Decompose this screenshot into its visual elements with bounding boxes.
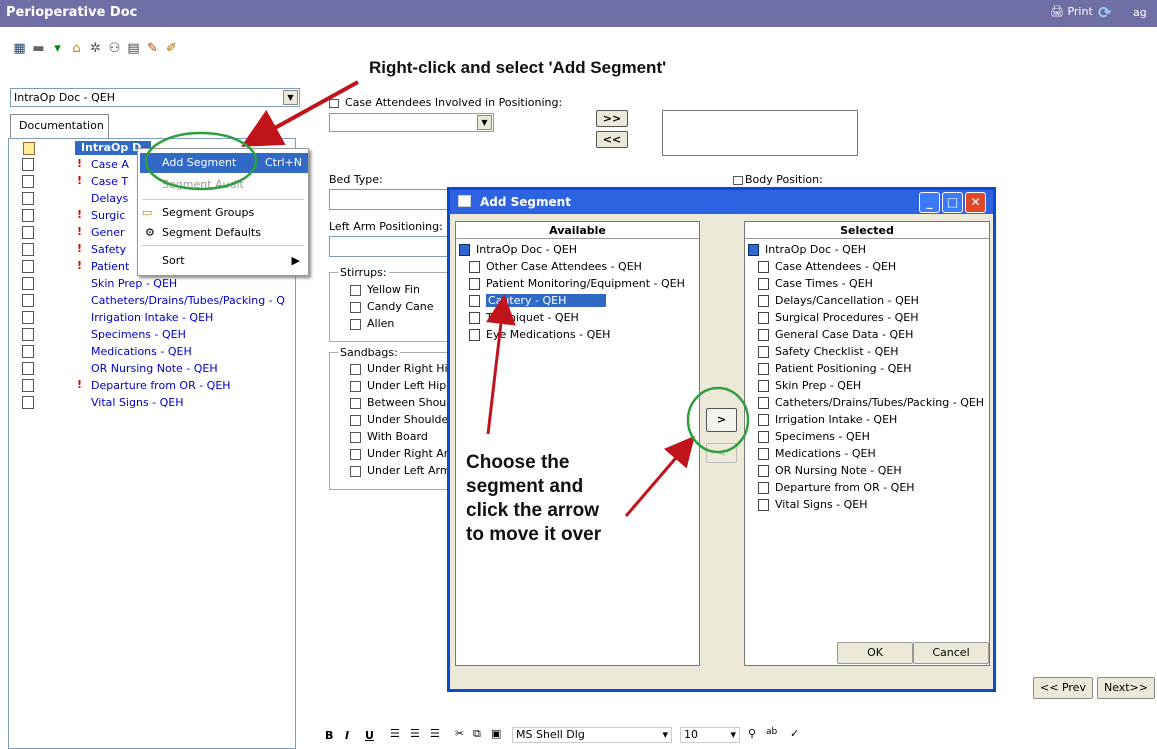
align-right-icon[interactable]: ☰ bbox=[430, 727, 440, 740]
annotation-arrow bbox=[241, 80, 359, 147]
paste-icon[interactable]: ▣ bbox=[491, 727, 501, 740]
annotation-overlay bbox=[144, 80, 750, 517]
chevron-down-icon[interactable]: ▾ bbox=[730, 728, 736, 741]
font-select-value: MS Shell Dlg bbox=[516, 728, 585, 741]
spellcheck-icon[interactable]: ✓ bbox=[790, 727, 799, 740]
prev-button[interactable]: << Prev bbox=[1033, 677, 1093, 699]
font-select[interactable]: MS Shell Dlg ▾ bbox=[512, 727, 672, 743]
size-select-value: 10 bbox=[684, 728, 698, 741]
size-select[interactable]: 10 ▾ bbox=[680, 727, 740, 743]
underline-button[interactable]: U bbox=[365, 729, 374, 742]
align-center-icon[interactable]: ☰ bbox=[410, 727, 420, 740]
align-left-icon[interactable]: ☰ bbox=[390, 727, 400, 740]
replace-icon[interactable]: ab bbox=[766, 727, 777, 737]
annotation-circle bbox=[686, 386, 750, 454]
annotation-arrow bbox=[624, 435, 695, 517]
find-icon[interactable]: ⚲ bbox=[748, 727, 756, 740]
annotation-arrow bbox=[486, 294, 516, 435]
text-format-toolbar: B I U ☰ ☰ ☰ ✂ ⧉ ▣ MS Shell Dlg ▾ 10 ▾ ⚲ ab… bbox=[320, 724, 840, 746]
next-button[interactable]: Next>> bbox=[1097, 677, 1155, 699]
annotation-circle bbox=[144, 131, 258, 191]
italic-button[interactable]: I bbox=[345, 729, 349, 742]
copy-icon[interactable]: ⧉ bbox=[473, 727, 481, 741]
chevron-down-icon[interactable]: ▾ bbox=[662, 728, 668, 741]
cut-icon[interactable]: ✂ bbox=[455, 727, 464, 740]
bold-button[interactable]: B bbox=[325, 729, 333, 742]
